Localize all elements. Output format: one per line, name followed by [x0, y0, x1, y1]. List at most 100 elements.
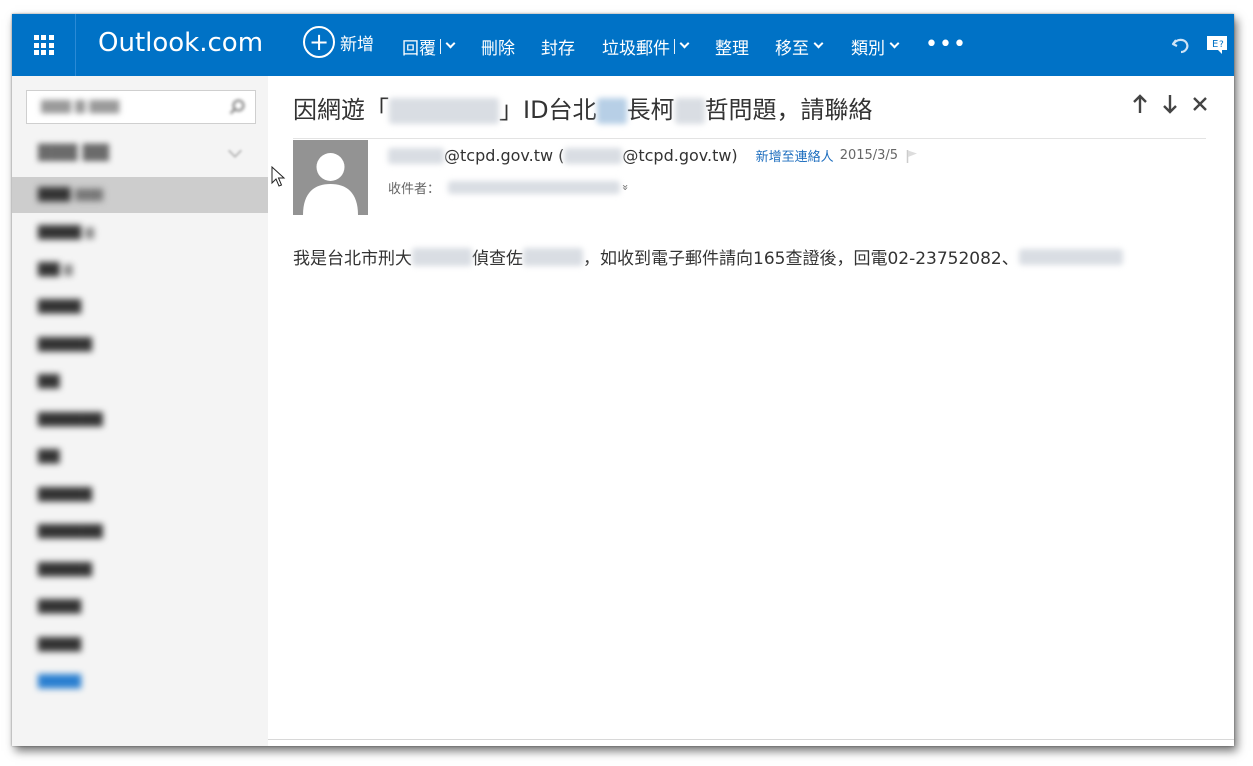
- redacted-text: [388, 147, 444, 164]
- expand-icon[interactable]: »: [619, 184, 632, 191]
- body-part1: 我是台北市刑大: [293, 249, 412, 269]
- junk-label: 垃圾郵件: [602, 38, 670, 59]
- sidebar-item[interactable]: ▇▇▇▇▇: [12, 327, 268, 363]
- to-label: 收件者：: [388, 182, 441, 197]
- sidebar-item-label: ▇▇▇▇▇: [38, 561, 92, 577]
- sender-row: @tcpd.gov.tw ( @tcpd.gov.tw) 新增至連絡人 2015…: [388, 146, 918, 165]
- categories-button[interactable]: 類別: [851, 34, 900, 59]
- sender-email-domain: @tcpd.gov.tw): [622, 146, 738, 165]
- sidebar-item[interactable]: ▇▇▇▇ ▇: [12, 215, 268, 251]
- folders-header[interactable]: ▇▇▇ ▇▇: [38, 142, 109, 162]
- redacted-text: [389, 98, 499, 124]
- sidebar-item-label: ▇▇▇▇▇▇: [38, 523, 103, 539]
- redacted-text: [1018, 248, 1123, 265]
- svg-text:E: E: [1212, 39, 1218, 50]
- sidebar-item[interactable]: ▇▇▇▇: [12, 289, 268, 325]
- junk-button[interactable]: 垃圾郵件: [602, 34, 690, 59]
- sidebar-item[interactable]: ▇▇▇▇: [12, 627, 268, 663]
- subject-mid1: 」ID台北: [499, 96, 597, 124]
- add-to-contacts-link[interactable]: 新增至連絡人: [756, 146, 834, 165]
- body-part2: 偵查佐: [472, 249, 523, 269]
- more-actions-button[interactable]: •••: [925, 31, 967, 57]
- recipients-row: 收件者： »: [388, 178, 632, 197]
- archive-button[interactable]: 封存: [541, 34, 575, 59]
- chevron-down-icon: [889, 38, 900, 49]
- message-body: 我是台北市刑大 偵查佐 ，如收到電子郵件請向165查證後，回電02-237520…: [293, 244, 1123, 269]
- new-button[interactable]: + 新增: [303, 26, 374, 58]
- sidebar-item-label: ▇▇: [38, 373, 60, 389]
- sidebar-item[interactable]: ▇▇: [12, 439, 268, 475]
- folder-sidebar: ▇▇▇ ▇ ▇▇▇ ▇▇▇ ▇▇ ▇▇▇ ▇▇▇ ▇▇▇▇ ▇ ▇▇ ▇ ▇▇▇…: [12, 76, 268, 746]
- new-folder-label: ▇▇▇▇: [38, 673, 82, 689]
- sidebar-item[interactable]: ▇▇▇▇▇: [12, 552, 268, 588]
- reply-label: 回覆: [402, 38, 436, 59]
- sidebar-item-label: ▇▇▇▇ ▇: [38, 224, 94, 240]
- message-date: 2015/3/5: [839, 148, 899, 163]
- sidebar-item-label: ▇▇: [38, 448, 60, 464]
- delete-button[interactable]: 刪除: [481, 34, 515, 59]
- redacted-text: [596, 98, 627, 124]
- brand-title[interactable]: Outlook.com: [98, 28, 263, 58]
- redacted-text: [412, 247, 472, 266]
- sidebar-item-label: ▇▇ ▇: [38, 261, 73, 277]
- sidebar-item-label: ▇▇▇▇: [38, 598, 82, 614]
- archive-label: 封存: [541, 38, 575, 59]
- search-icon[interactable]: [229, 99, 245, 115]
- top-command-bar: Outlook.com + 新增 回覆 刪除 封存 垃圾郵件 整理 移至 類別 …: [12, 14, 1234, 76]
- sender-domain[interactable]: @tcpd.gov.tw: [444, 146, 553, 165]
- close-icon[interactable]: [1192, 96, 1208, 112]
- move-to-button[interactable]: 移至: [775, 34, 824, 59]
- sidebar-item-label: ▇▇▇▇: [38, 636, 82, 652]
- reading-pane: 因網遊「 」ID台北 長柯 哲問題，請聯絡 @tcpd.gov.tw (@tc…: [268, 76, 1234, 746]
- subject-mid2: 長柯: [626, 96, 675, 124]
- message-nav: [1132, 94, 1208, 114]
- pane-bottom-border: [268, 739, 1234, 740]
- undo-icon[interactable]: [1170, 34, 1192, 56]
- person-icon: [303, 153, 358, 215]
- sidebar-item[interactable]: ▇▇▇▇: [12, 589, 268, 625]
- sidebar-item-label: ▇▇▇▇: [38, 298, 82, 314]
- message-subject: 因網遊「 」ID台北 長柯 哲問題，請聯絡: [293, 90, 873, 125]
- chevron-down-icon: [813, 38, 824, 49]
- sidebar-item[interactable]: ▇▇▇▇▇: [12, 477, 268, 513]
- reply-separator: [440, 38, 441, 54]
- redacted-text: [674, 98, 705, 124]
- move-label: 移至: [775, 38, 809, 59]
- reply-button[interactable]: 回覆: [402, 34, 456, 59]
- feedback-icon[interactable]: E ?: [1206, 34, 1228, 56]
- categories-label: 類別: [851, 38, 885, 59]
- sidebar-item[interactable]: ▇▇▇▇▇▇: [12, 514, 268, 550]
- search-placeholder: ▇▇▇ ▇ ▇▇▇: [41, 99, 120, 114]
- redacted-text: [448, 181, 621, 194]
- header-divider: [293, 138, 1206, 139]
- sidebar-item[interactable]: ▇▇: [12, 364, 268, 400]
- app-launcher-button[interactable]: [12, 14, 76, 76]
- sweep-label: 整理: [715, 38, 749, 59]
- mouse-cursor-icon: [271, 166, 286, 187]
- new-label: 新增: [340, 34, 374, 55]
- svg-text:?: ?: [1219, 40, 1224, 50]
- arrow-up-icon[interactable]: [1132, 94, 1148, 114]
- plus-circle-icon: +: [303, 26, 335, 58]
- chevron-down-icon[interactable]: [445, 38, 456, 49]
- sidebar-item-label: ▇▇▇▇▇▇: [38, 411, 103, 427]
- chevron-down-icon[interactable]: [679, 38, 690, 49]
- more-label: •••: [925, 31, 967, 57]
- sidebar-item[interactable]: ▇▇ ▇: [12, 252, 268, 288]
- sweep-button[interactable]: 整理: [715, 34, 749, 59]
- subject-suffix: 哲問題，請聯絡: [704, 96, 873, 124]
- redacted-text: [523, 247, 583, 266]
- flag-icon[interactable]: [906, 149, 918, 163]
- grid-icon: [33, 35, 54, 55]
- sidebar-item-inbox[interactable]: ▇▇▇ ▇▇▇: [12, 177, 268, 213]
- avatar[interactable]: [293, 140, 368, 215]
- outlook-window: Outlook.com + 新增 回覆 刪除 封存 垃圾郵件 整理 移至 類別 …: [12, 14, 1234, 746]
- new-folder-link[interactable]: ▇▇▇▇: [12, 664, 268, 700]
- arrow-down-icon[interactable]: [1162, 94, 1178, 114]
- sidebar-item[interactable]: ▇▇▇▇▇▇: [12, 402, 268, 438]
- search-input[interactable]: ▇▇▇ ▇ ▇▇▇: [26, 90, 256, 124]
- chevron-up-icon[interactable]: [227, 143, 243, 159]
- subject-prefix: 因網遊「: [293, 96, 389, 124]
- junk-separator: [674, 38, 675, 54]
- sidebar-item-label: ▇▇▇▇▇: [38, 486, 92, 502]
